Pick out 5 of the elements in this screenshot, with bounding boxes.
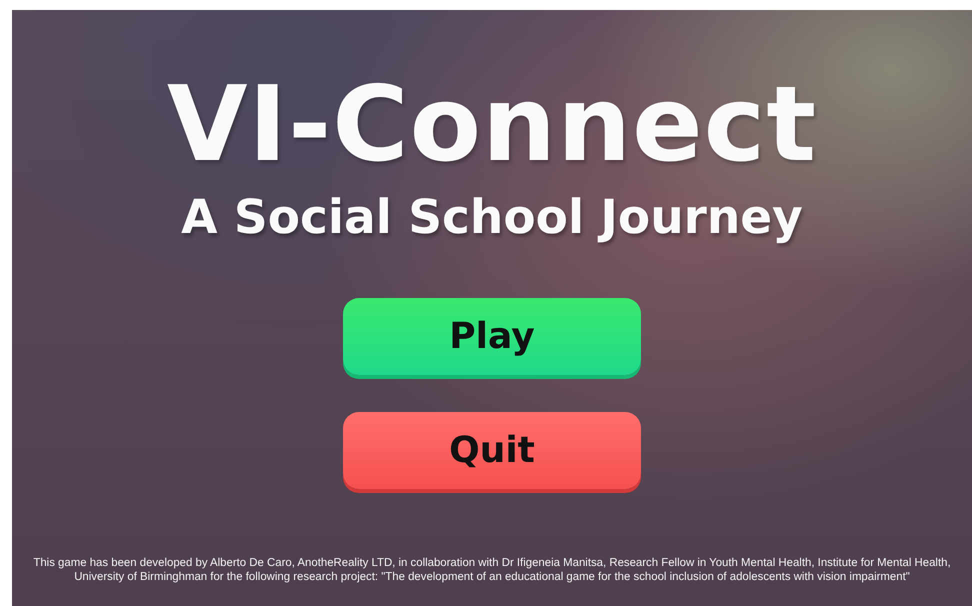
game-subtitle: A Social School Journey <box>181 190 803 246</box>
play-button[interactable]: Play <box>343 298 641 375</box>
credits-text: This game has been developed by Alberto De Caro, AnotheReality LTD, in collaboration with Dr Ifigeneia Manitsa, Research Fellow in Youth Mental Health, Institute for Mental Health, University of Birminghman for the following research project: "The development of an educational game for the school inclusion of adolescents with vision impairment" <box>32 556 952 584</box>
quit-button[interactable]: Quit <box>343 412 641 489</box>
game-title: VI-Connect <box>166 68 818 180</box>
